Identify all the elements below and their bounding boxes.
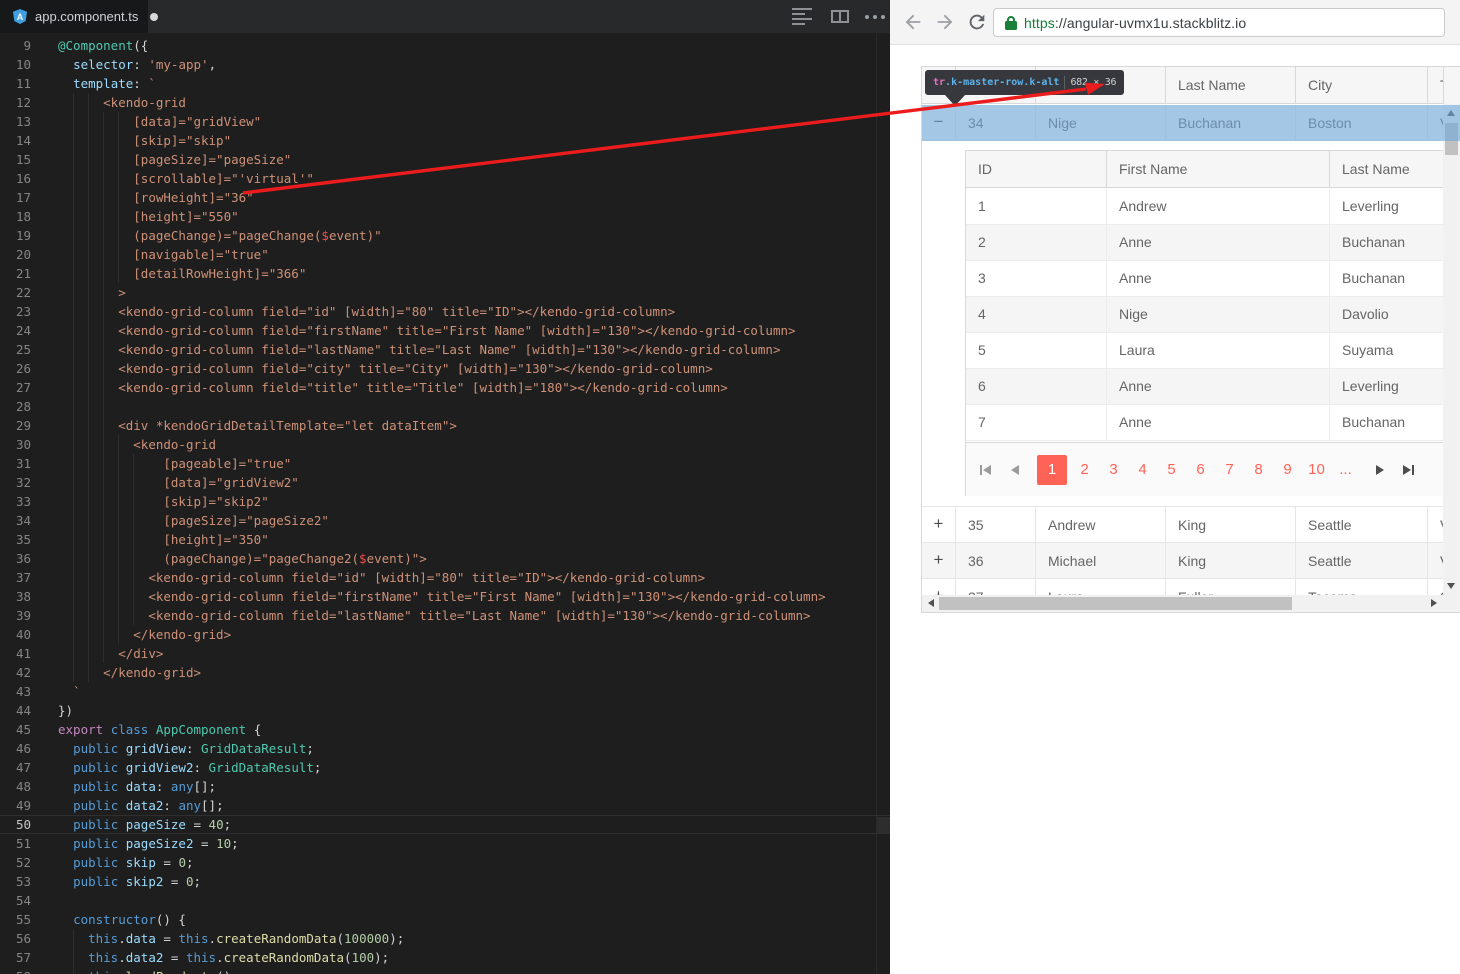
tooltip-selector-classes: .k-master-row.k-alt (945, 77, 1059, 88)
grid-cell: 6 (966, 369, 1106, 405)
grid-cell: Buchanan (1329, 405, 1443, 441)
pager-page[interactable]: 9 (1273, 455, 1302, 484)
detail-grid-row[interactable]: 4NigeDavolio (966, 297, 1443, 333)
grid-cell: Laura (1035, 579, 1165, 595)
grid-cell: Anne (1106, 225, 1329, 261)
grid-cell: Anne (1106, 405, 1329, 441)
column-header[interactable]: First Name (1106, 151, 1329, 187)
pager-page[interactable]: 2 (1070, 455, 1099, 484)
detail-row: IDFirst NameLast Name1AndrewLeverling2An… (922, 141, 1443, 507)
grid-cell: S (1427, 579, 1443, 595)
tooltip-divider (1064, 76, 1065, 89)
detail-grid-row[interactable]: 1AndrewLeverling (966, 189, 1443, 225)
grid-cell: 5 (966, 333, 1106, 369)
pager-page[interactable]: 10 (1302, 455, 1331, 484)
grid-cell: Leverling (1329, 369, 1443, 405)
grid-cell: Buchanan (1329, 225, 1443, 261)
grid-cell: Suyama (1329, 333, 1443, 369)
grid-cell: 4 (966, 297, 1106, 333)
master-row[interactable]: +36MichaelKingSeattleV (922, 543, 1443, 579)
grid-cell: Anne (1106, 369, 1329, 405)
grid-cell: Buchanan (1329, 261, 1443, 297)
master-row[interactable]: +37LauraFullerTacomaS (922, 579, 1443, 595)
grid-cell: Tacoma (1295, 579, 1427, 595)
grid-cell: 1 (966, 189, 1106, 225)
pager-next-icon[interactable] (1365, 455, 1394, 484)
grid-cell: 35 (955, 507, 1035, 543)
grid-cell: 2 (966, 225, 1106, 261)
grid-cell: Davolio (1329, 297, 1443, 333)
expand-row-icon[interactable]: + (922, 507, 955, 543)
devtools-tooltip: tr.k-master-row.k-alt 682 × 36 (925, 70, 1124, 95)
grid-content: −34NigeBuchananBostonV+35AndrewKingSeatt… (922, 104, 1443, 595)
column-header[interactable]: Last Name (1165, 67, 1295, 104)
grid-cell: King (1165, 507, 1295, 543)
grid-cell: Andrew (1106, 189, 1329, 225)
pager-page[interactable]: 5 (1157, 455, 1186, 484)
detail-grid-row[interactable]: 2AnneBuchanan (966, 225, 1443, 261)
expand-row-icon[interactable]: + (922, 543, 955, 579)
grid-cell: Laura (1106, 333, 1329, 369)
pager-page[interactable]: 6 (1186, 455, 1215, 484)
column-header[interactable]: City (1295, 67, 1427, 104)
vertical-scrollbar[interactable] (1443, 104, 1460, 595)
grid-cell: Andrew (1035, 507, 1165, 543)
detail-grid-row[interactable]: 7AnneBuchanan (966, 405, 1443, 441)
grid-cell: Seattle (1295, 543, 1427, 579)
tooltip-pointer (945, 95, 965, 106)
grid-cell: 3 (966, 261, 1106, 297)
pager-page[interactable]: 4 (1128, 455, 1157, 484)
detail-grid-row[interactable]: 6AnneLeverling (966, 369, 1443, 405)
pager-page[interactable]: 8 (1244, 455, 1273, 484)
grid-cell: Leverling (1329, 189, 1443, 225)
pager-prev-icon[interactable] (1000, 455, 1029, 484)
master-row[interactable]: +35AndrewKingSeattleV (922, 507, 1443, 543)
screenshot-root: A app.component.ts 9@Component({10 selec… (0, 0, 1460, 974)
pager-first-icon[interactable] (971, 455, 1000, 484)
column-header[interactable]: Last Name (1329, 151, 1443, 187)
grid-cell: Michael (1035, 543, 1165, 579)
detail-grid-row[interactable]: 3AnneBuchanan (966, 261, 1443, 297)
grid-cell: 37 (955, 579, 1035, 595)
pager-page[interactable]: ... (1331, 455, 1360, 484)
horizontal-scrollbar[interactable] (922, 595, 1460, 612)
pager-page[interactable]: 3 (1099, 455, 1128, 484)
column-header[interactable]: ID (966, 151, 1106, 187)
pager-last-icon[interactable] (1394, 455, 1423, 484)
devtools-selection-overlay (922, 105, 1460, 141)
grid-cell: Seattle (1295, 507, 1427, 543)
expand-row-icon[interactable]: + (922, 579, 955, 595)
pager: 12345678910... (966, 442, 1443, 496)
tooltip-dimensions: 682 × 36 (1070, 77, 1116, 88)
column-header[interactable]: Title (1427, 67, 1443, 104)
pager-page-selected[interactable]: 1 (1037, 455, 1067, 485)
grid-cell: Anne (1106, 261, 1329, 297)
detail-grid: IDFirst NameLast Name1AndrewLeverling2An… (965, 150, 1443, 496)
grid-cell: 7 (966, 405, 1106, 441)
grid-cell: V (1427, 543, 1443, 579)
pager-page[interactable]: 7 (1215, 455, 1244, 484)
tooltip-selector-tag: tr (933, 77, 945, 88)
grid-cell: 36 (955, 543, 1035, 579)
grid-cell: Fuller (1165, 579, 1295, 595)
kendo-grid: IDFirst NameLast NameCityTitle−34NigeBuc… (0, 0, 1460, 974)
grid-cell: King (1165, 543, 1295, 579)
grid-cell: V (1427, 507, 1443, 543)
grid-cell: Nige (1106, 297, 1329, 333)
detail-grid-row[interactable]: 5LauraSuyama (966, 333, 1443, 369)
